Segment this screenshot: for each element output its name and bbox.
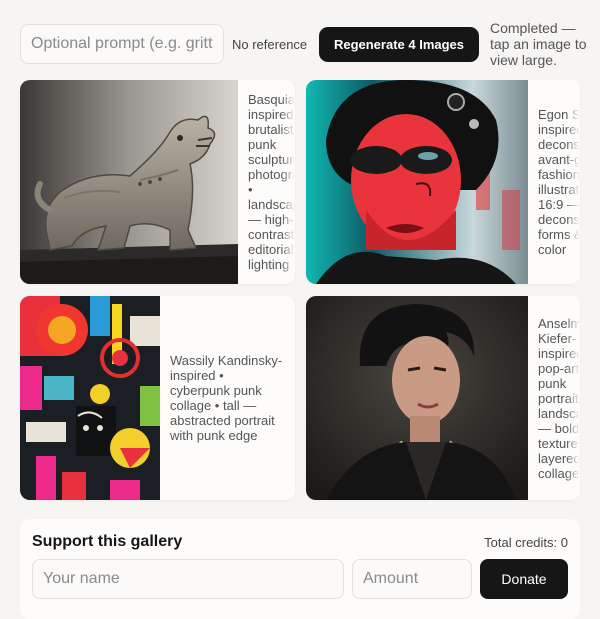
punk-portrait-image xyxy=(306,80,528,284)
name-input[interactable] xyxy=(32,559,344,599)
gallery-image-1[interactable] xyxy=(20,80,238,284)
regenerate-button[interactable]: Regenerate 4 Images xyxy=(319,27,479,62)
amount-input[interactable] xyxy=(352,559,472,599)
donate-button[interactable]: Donate xyxy=(480,559,568,599)
gallery-card-3[interactable]: Wassily Kandinsky-inspired • cyberpunk pu… xyxy=(20,296,295,500)
caption-fade xyxy=(566,296,580,500)
gallery-card-2[interactable]: Egon Schiele-inspireddeconstructedavant-… xyxy=(306,80,580,284)
pearl-portrait-image xyxy=(306,296,528,500)
support-title: Support this gallery xyxy=(32,533,183,550)
caption-fade xyxy=(566,80,580,284)
toolbar: No reference Regenerate 4 Images Complet… xyxy=(0,0,600,78)
status-text: Completed — tap an image to view large. xyxy=(490,20,587,68)
gallery-image-3[interactable] xyxy=(20,296,160,500)
prompt-input[interactable] xyxy=(20,24,224,64)
caption-fade xyxy=(281,80,295,284)
collage-image xyxy=(20,296,160,500)
gallery-caption-3: Wassily Kandinsky-inspired • cyberpunk pu… xyxy=(170,353,283,443)
credits-counter: Total credits: 0 xyxy=(484,535,568,550)
sculpture-image xyxy=(20,80,238,284)
gallery-image-2[interactable] xyxy=(306,80,528,284)
support-panel: Support this gallery Total credits: 0 Do… xyxy=(20,519,580,619)
gallery-card-1[interactable]: Basquiat-inspiredbrutalistpunksculpturep… xyxy=(20,80,295,284)
gallery-image-4[interactable] xyxy=(306,296,528,500)
reference-status: No reference xyxy=(232,37,308,52)
gallery-card-4[interactable]: Anselm Kiefer-inspired pop-art punk portrait… xyxy=(306,296,580,500)
